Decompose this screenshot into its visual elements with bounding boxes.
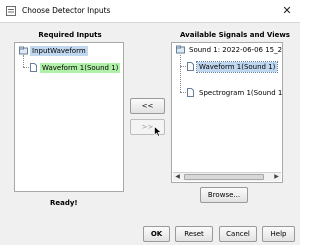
available-signals-tree[interactable]: Sound 1: 2022-06-06 15_26.wav Waveform 1… — [171, 42, 283, 183]
file-icon — [30, 63, 37, 72]
status-text: Ready! — [50, 199, 78, 207]
file-icon — [187, 62, 194, 71]
window-title: Choose Detector Inputs — [22, 6, 111, 15]
tree-node-label: InputWaveform — [30, 45, 88, 56]
tree-node-sound[interactable]: Sound 1: 2022-06-06 15_26.wav — [176, 44, 283, 55]
tree-connector — [23, 55, 24, 67]
folder-icon — [176, 45, 185, 54]
mouse-cursor-icon — [154, 126, 162, 137]
tree-node-label: Sound 1: 2022-06-06 15_26.wav — [189, 45, 283, 54]
scroll-left-icon[interactable]: ◀ — [173, 173, 182, 181]
tree-node-label: Waveform 1(Sound 1) — [40, 62, 121, 73]
scroll-right-icon[interactable]: ▶ — [272, 173, 281, 181]
horizontal-scrollbar[interactable]: ◀ ▶ — [173, 172, 281, 181]
tree-node-label: Spectrogram 1(Sound 1) — [199, 88, 283, 97]
required-inputs-tree[interactable]: InputWaveform Waveform 1(Sound 1) — [14, 42, 124, 192]
browse-button[interactable]: Browse... — [200, 187, 248, 203]
title-bar: Choose Detector Inputs ✕ — [0, 0, 300, 22]
reset-button[interactable]: Reset — [175, 226, 213, 242]
folder-icon — [19, 46, 28, 55]
cancel-button[interactable]: Cancel — [219, 226, 257, 242]
available-signals-heading: Available Signals and Views — [180, 31, 290, 39]
app-icon — [6, 6, 16, 16]
tree-node-waveform-available[interactable]: Waveform 1(Sound 1) — [186, 60, 279, 73]
required-inputs-heading: Required Inputs — [38, 31, 102, 39]
dialog-body: Required Inputs InputWaveform Waveform 1… — [0, 22, 300, 245]
tree-connector — [180, 55, 181, 92]
scrollbar-thumb[interactable] — [184, 174, 264, 180]
file-icon — [187, 88, 194, 97]
ok-button[interactable]: OK — [143, 226, 170, 242]
add-input-button[interactable]: << — [130, 98, 165, 114]
close-icon[interactable]: ✕ — [280, 4, 294, 18]
tree-node-input-waveform[interactable]: InputWaveform — [19, 45, 88, 56]
help-button[interactable]: Help — [262, 226, 295, 242]
tree-node-label: Waveform 1(Sound 1) — [195, 60, 279, 73]
tree-node-waveform[interactable]: Waveform 1(Sound 1) — [29, 62, 121, 73]
tree-node-spectrogram[interactable]: Spectrogram 1(Sound 1) — [186, 87, 283, 98]
